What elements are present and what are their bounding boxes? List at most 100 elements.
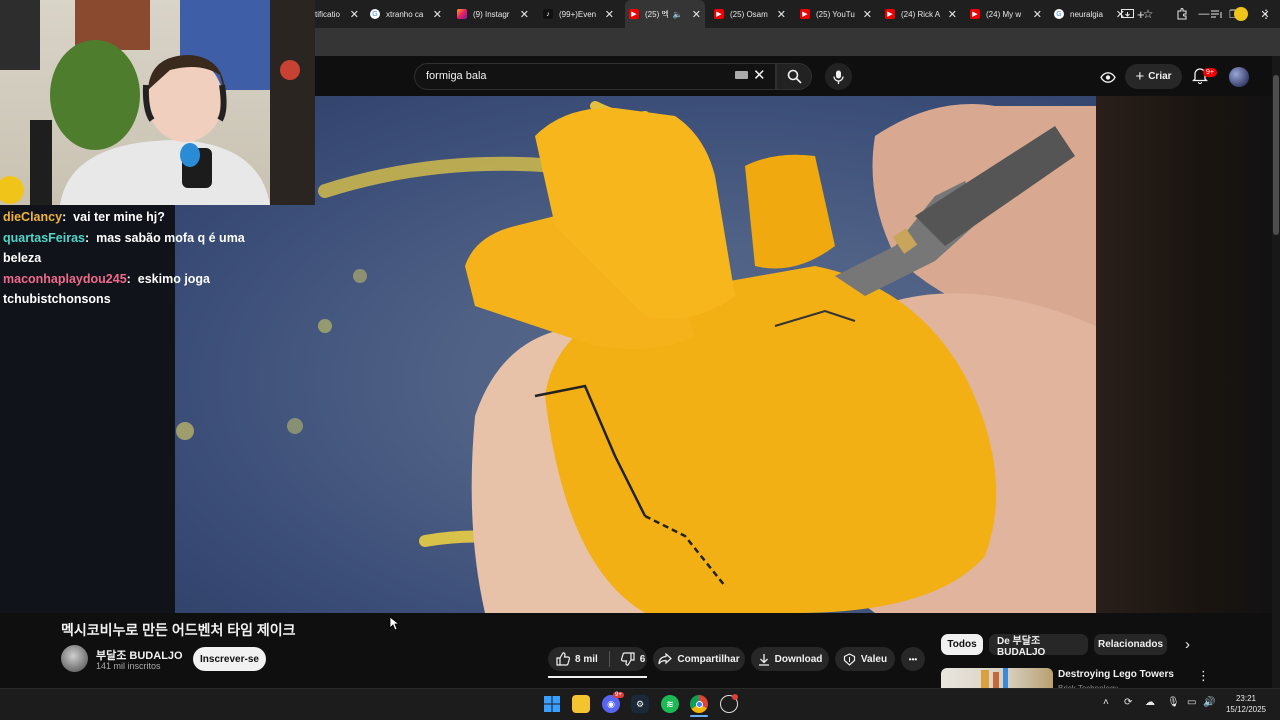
download-label: Download	[774, 653, 823, 665]
share-button[interactable]: Compartilhar	[653, 647, 745, 671]
browser-tab[interactable]: ♪ (99+)Even ✕	[543, 0, 618, 28]
windows-start-icon[interactable]	[543, 695, 561, 713]
chat-username: dieClancy	[3, 210, 63, 224]
browser-tab[interactable]: ▶ (25) Osam ✕	[714, 0, 790, 28]
video-title: 멕시코비누로 만든 어드벤처 타임 제이크	[61, 622, 296, 638]
youtube-icon: ▶	[885, 9, 895, 19]
browser-tab-active[interactable]: ▶ (25) 멕 🔈 ✕	[625, 0, 705, 28]
create-label: Criar	[1148, 71, 1172, 82]
browser-menu-icon[interactable]: ⋮	[1258, 6, 1274, 22]
tab-close-icon[interactable]: ✕	[1033, 8, 1042, 21]
microphone-icon	[833, 70, 844, 84]
tab-label: xtranho ca	[386, 9, 424, 19]
like-button[interactable]: 8 mil	[556, 652, 598, 666]
chat-message: quartasFeiras: mas sabão mofa q é uma be…	[3, 230, 245, 266]
browser-tab[interactable]: G xtranho ca ✕	[370, 0, 446, 28]
download-button[interactable]: Download	[751, 647, 829, 671]
google-icon: G	[370, 9, 380, 19]
tray-cloud-icon[interactable]: ☁	[1145, 697, 1155, 708]
tray-sync-icon[interactable]: ⟳	[1124, 697, 1132, 708]
tray-mic-icon[interactable]: 🎙	[1167, 697, 1180, 708]
tab-close-icon[interactable]: ✕	[948, 8, 957, 21]
spotify-icon[interactable]: ≋	[661, 695, 679, 713]
eye-icon[interactable]	[1099, 68, 1117, 86]
account-avatar[interactable]	[1229, 67, 1249, 87]
more-icon: •••	[908, 654, 918, 664]
file-explorer-icon[interactable]	[572, 695, 590, 713]
tiktok-icon: ♪	[543, 9, 553, 19]
create-button[interactable]: + Criar	[1125, 64, 1182, 89]
clear-search-icon[interactable]: ✕	[753, 66, 766, 84]
search-query: formiga bala	[426, 70, 487, 82]
chrome-icon[interactable]	[690, 695, 708, 713]
speaker-icon: 🔈	[672, 9, 683, 19]
browser-tab[interactable]: ▶ (25) YouTu ✕	[800, 0, 876, 28]
thumbs-up-icon	[556, 652, 570, 666]
tray-volume-icon[interactable]: 🔊	[1203, 697, 1215, 708]
instagram-icon	[457, 9, 467, 19]
scrollbar-thumb[interactable]	[1273, 75, 1279, 235]
browser-tab[interactable]: tificatio ✕	[315, 0, 363, 28]
streamer-webcam	[0, 0, 315, 205]
profile-avatar-icon[interactable]	[1233, 6, 1249, 22]
youtube-icon: ▶	[800, 9, 810, 19]
notifications-badge: 9+	[1203, 68, 1217, 77]
more-actions-button[interactable]: •••	[901, 647, 925, 671]
tab-label: (25) Osam	[730, 9, 768, 19]
tab-close-icon[interactable]: ✕	[692, 8, 701, 21]
media-controls-icon[interactable]	[1208, 6, 1224, 22]
youtube-icon: ▶	[970, 9, 980, 19]
tab-close-icon[interactable]: ✕	[433, 8, 442, 21]
search-input[interactable]: formiga bala	[414, 63, 776, 90]
browser-tab[interactable]: G neuralgia ✕	[1054, 0, 1129, 28]
chip-related[interactable]: Relacionados	[1094, 634, 1167, 655]
recommendation-title[interactable]: Destroying Lego Towers	[1058, 669, 1174, 680]
browser-tab[interactable]: ▶ (24) Rick A ✕	[885, 0, 961, 28]
clock-date: 15/12/2025	[1225, 705, 1267, 714]
taskbar-clock[interactable]: 23:21 15/12/2025	[1222, 693, 1270, 715]
install-app-icon[interactable]	[1119, 6, 1135, 22]
download-icon	[758, 653, 769, 666]
tab-label: (99+)Even	[559, 9, 597, 19]
tab-close-icon[interactable]: ✕	[605, 8, 614, 21]
tab-label: (25) 멕	[645, 9, 669, 19]
tab-label: tificatio	[315, 9, 340, 19]
thumbs-down-icon	[620, 652, 635, 666]
thanks-button[interactable]: Valeu	[835, 647, 895, 671]
tab-close-icon[interactable]: ✕	[350, 8, 359, 21]
active-app-indicator	[690, 715, 708, 717]
keyboard-icon[interactable]	[735, 71, 748, 79]
plus-icon: +	[1135, 68, 1145, 85]
tab-label: neuralgia	[1070, 9, 1103, 19]
recommendation-menu-icon[interactable]: ⋮	[1197, 668, 1210, 684]
like-ratio-bar	[548, 676, 647, 678]
google-icon: G	[1054, 9, 1064, 19]
dislike-button[interactable]: 6	[620, 652, 645, 666]
steam-icon[interactable]: ⚙	[631, 695, 649, 713]
chip-channel[interactable]: De 부달조 BUDALJO	[989, 634, 1088, 658]
divider	[608, 651, 610, 667]
share-label: Compartilhar	[677, 653, 740, 665]
channel-avatar[interactable]	[61, 645, 88, 672]
browser-tab[interactable]: ▶ (24) My w ✕	[970, 0, 1046, 28]
subscribe-button[interactable]: Inscrever-se	[193, 647, 266, 671]
thanks-label: Valeu	[860, 653, 888, 665]
recording-dot	[732, 694, 738, 700]
recommendation-thumbnail[interactable]	[941, 668, 1053, 688]
chat-username: quartasFeiras	[3, 230, 85, 245]
tab-label: (24) Rick A	[901, 9, 941, 19]
bookmark-star-icon[interactable]: ☆	[1140, 6, 1156, 22]
tray-overflow-icon[interactable]: ˄	[1103, 697, 1109, 708]
extensions-icon[interactable]	[1174, 6, 1190, 22]
voice-search-button[interactable]	[825, 63, 852, 90]
search-button[interactable]	[776, 63, 812, 90]
tab-close-icon[interactable]: ✕	[777, 8, 786, 21]
tray-display-icon[interactable]: ▭	[1187, 697, 1196, 708]
chip-todos[interactable]: Todos	[941, 634, 983, 655]
browser-tab[interactable]: (9) Instagr ✕	[457, 0, 533, 28]
tab-close-icon[interactable]: ✕	[520, 8, 529, 21]
mouse-cursor	[389, 616, 399, 631]
tab-close-icon[interactable]: ✕	[863, 8, 872, 21]
chevron-right-icon[interactable]: ›	[1185, 636, 1201, 654]
super-thanks-icon	[843, 652, 856, 666]
